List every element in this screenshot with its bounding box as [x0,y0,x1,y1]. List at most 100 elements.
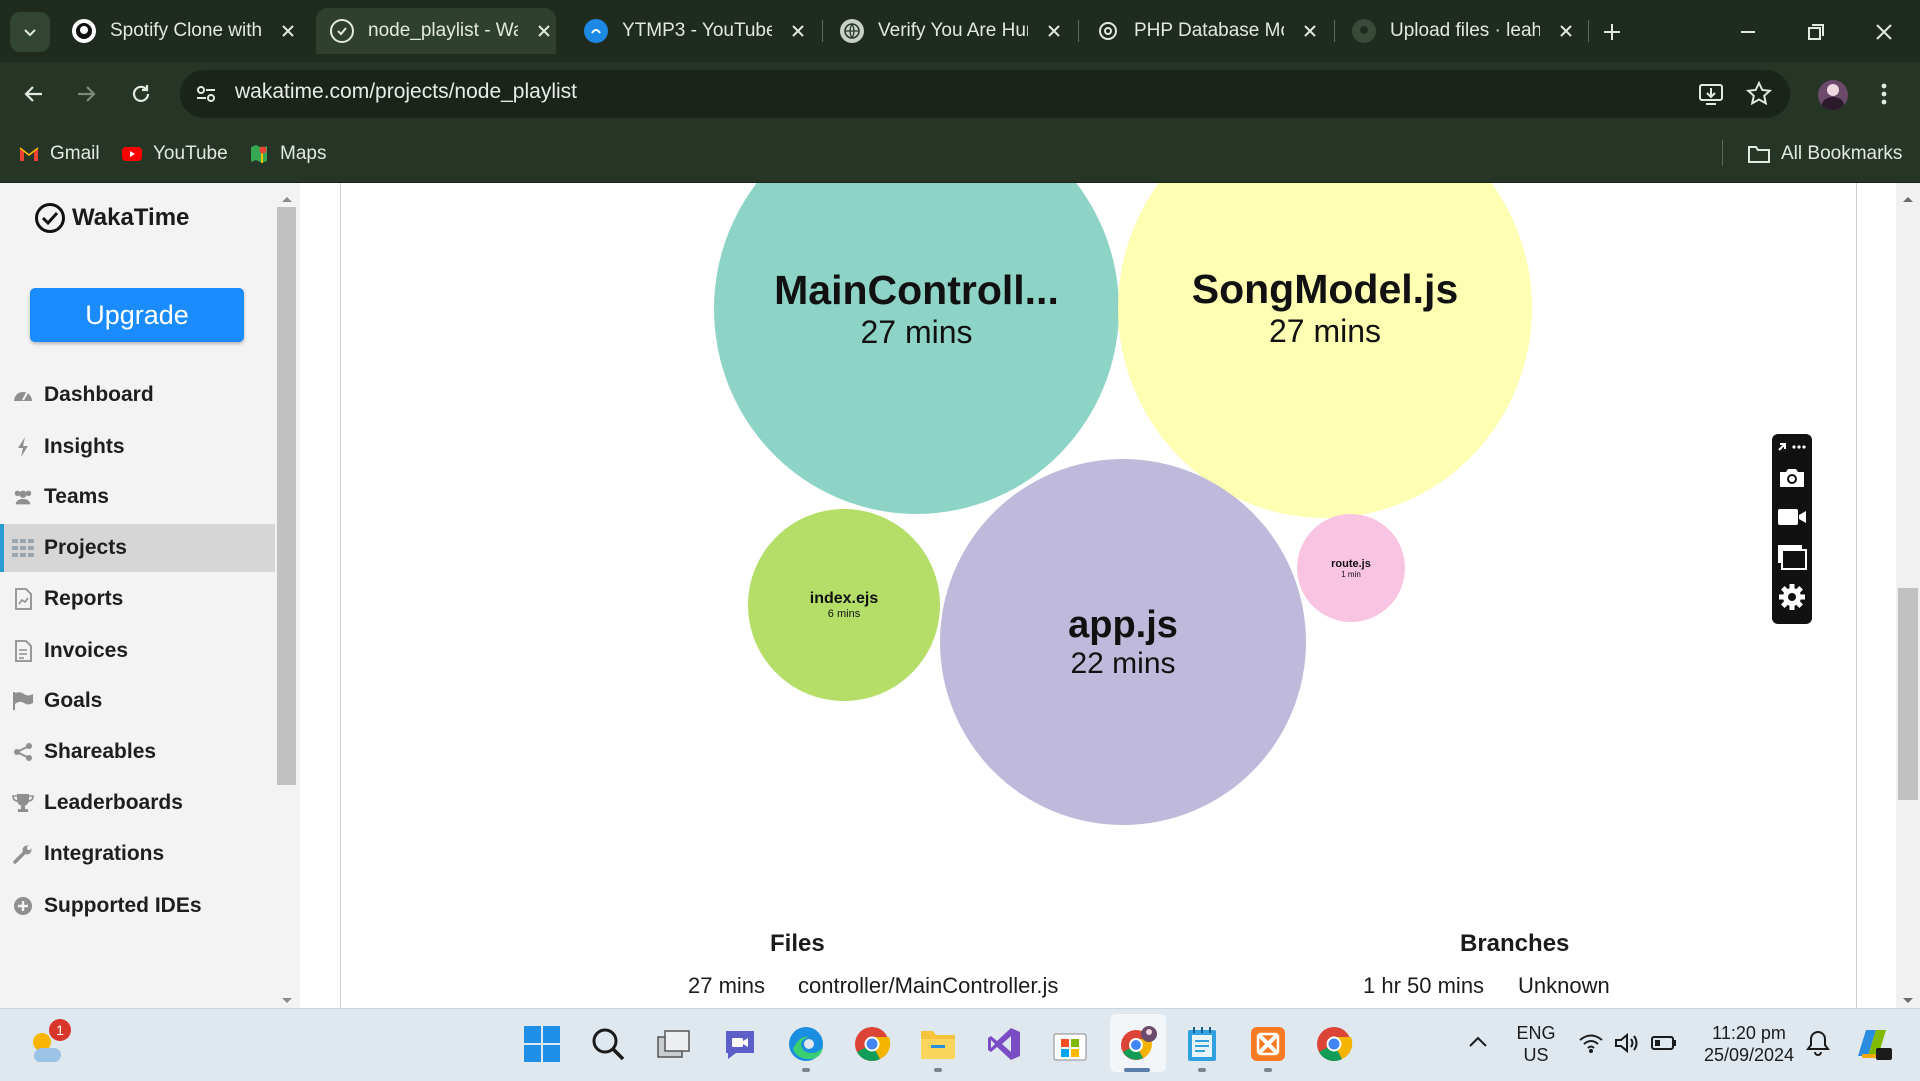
tab-spotify-clone[interactable]: Spotify Clone with [58,8,308,54]
video-chat-icon [726,1031,754,1059]
page-scrollbar-thumb[interactable] [1898,588,1918,800]
camera-icon[interactable] [1775,460,1809,494]
microsoft-store-button[interactable] [1046,1020,1094,1068]
search-button[interactable] [584,1020,632,1068]
bubble-index[interactable]: index.ejs 6 mins [748,509,940,701]
teams-meet-button[interactable] [716,1020,764,1068]
plus-circle-icon [12,895,34,917]
youtube-icon [122,147,142,161]
bubble-app[interactable]: app.js 22 mins [940,459,1306,825]
upgrade-button[interactable]: Upgrade [30,288,244,342]
chrome-button[interactable] [848,1020,896,1068]
chrome-icon [855,1027,891,1061]
close-icon[interactable] [276,19,300,43]
reload-button[interactable] [121,74,161,114]
back-button[interactable] [14,74,54,114]
sidebar-item-reports[interactable]: Reports [0,575,275,623]
sidebar-item-shareables[interactable]: Shareables [0,728,275,776]
minimize-icon [1741,31,1755,33]
bookmark-gmail[interactable]: Gmail [18,136,100,172]
window-capture-icon[interactable] [1775,540,1809,574]
scroll-up-arrow-icon[interactable] [281,190,293,208]
task-view-button[interactable] [650,1020,698,1068]
tab-ytmp3[interactable]: YTMP3 - YouTube [570,8,810,54]
restore-icon [1808,24,1824,40]
file-explorer-button[interactable] [914,1020,962,1068]
wakatime-logo[interactable]: WakaTime [34,202,189,234]
sidebar-item-invoices[interactable]: Invoices [0,627,275,675]
sidebar-scrollbar-thumb[interactable] [277,207,296,785]
tab-title: node_playlist - Wa [368,20,519,41]
sidebar-item-goals[interactable]: Goals [0,677,275,725]
forward-button[interactable] [66,74,106,114]
sidebar-item-leaderboards[interactable]: Leaderboards [0,779,275,827]
globe-icon [840,19,864,43]
url-text[interactable]: wakatime.com/projects/node_playlist [235,80,577,104]
bubble-route[interactable]: route.js 1 min [1297,514,1405,622]
notification-badge: 1 [49,1019,71,1041]
language-indicator[interactable]: ENG US [1508,1022,1564,1066]
visual-studio-button[interactable] [980,1020,1028,1068]
scroll-up-arrow-icon[interactable] [1902,190,1914,208]
folder-icon [1748,146,1770,163]
bell-icon[interactable] [1806,1030,1830,1061]
sidebar-item-integrations[interactable]: Integrations [0,830,275,878]
trophy-icon [12,792,34,814]
minimize-button[interactable] [1726,12,1770,52]
branch-name[interactable]: Unknown [1518,973,1610,999]
tab-verify-human[interactable]: Verify You Are Hun [826,8,1066,54]
notepad-button[interactable] [1178,1020,1226,1068]
battery-icon[interactable] [1650,1033,1678,1058]
bookmark-maps[interactable]: Maps [248,136,326,172]
task-view-icon [657,1030,690,1058]
video-camera-icon[interactable] [1775,500,1809,534]
install-app-icon[interactable] [1698,82,1724,111]
tab-search-button[interactable] [10,12,50,52]
volume-icon[interactable] [1614,1032,1640,1059]
edge-button[interactable] [782,1020,830,1068]
site-info-icon[interactable] [194,82,218,111]
chevron-down-icon [24,29,36,37]
sidebar-item-insights[interactable]: Insights [0,423,275,471]
wifi-icon[interactable] [1578,1032,1604,1059]
close-window-button[interactable] [1862,12,1906,52]
close-icon[interactable] [532,19,556,43]
clock[interactable]: 11:20 pm 25/09/2024 [1694,1022,1804,1066]
content-border-right [1856,183,1857,1008]
tab-php-database[interactable]: PHP Database Mo [1082,8,1322,54]
tab-node-playlist[interactable]: node_playlist - Wa [316,8,556,54]
gear-icon[interactable] [1775,580,1809,614]
xampp-button[interactable] [1244,1020,1292,1068]
gmail-icon [19,147,39,161]
start-button[interactable] [518,1020,566,1068]
chrome-profile-button[interactable] [1114,1020,1162,1068]
bubble-maincontroller[interactable]: MainControll... 27 mins [714,183,1119,514]
close-icon[interactable] [1298,19,1322,43]
bookmark-youtube[interactable]: YouTube [121,136,228,172]
search-icon [592,1028,625,1061]
capture-menu-icon[interactable] [1776,438,1808,461]
chatgpt-icon [1096,19,1120,43]
close-icon[interactable] [1042,19,1066,43]
sidebar-item-projects[interactable]: Projects [0,524,275,572]
profile-avatar[interactable] [1818,80,1848,110]
tab-title: Spotify Clone with [110,20,262,41]
sidebar-item-dashboard[interactable]: Dashboard [0,371,275,419]
file-name-link[interactable]: controller/MainController.js [798,973,1058,999]
all-bookmarks-button[interactable]: All Bookmarks [1747,136,1902,172]
folder-icon [921,1031,955,1059]
menu-kebab-icon[interactable] [1880,82,1888,111]
sidebar-item-teams[interactable]: Teams [0,473,275,521]
files-heading: Files [770,930,825,957]
chrome-second-button[interactable] [1310,1020,1358,1068]
show-hidden-icons-button[interactable] [1468,1034,1488,1053]
sidebar-item-supported-ides[interactable]: Supported IDEs [0,882,275,930]
bookmark-star-icon[interactable] [1745,80,1773,112]
tab-upload-files[interactable]: Upload files · leahr [1338,8,1578,54]
copilot-icon[interactable] [1854,1026,1892,1067]
new-tab-button[interactable] [1590,12,1634,52]
close-icon[interactable] [1554,19,1578,43]
restore-button[interactable] [1794,12,1838,52]
file-time: 27 mins [688,973,766,998]
close-icon[interactable] [786,19,810,43]
